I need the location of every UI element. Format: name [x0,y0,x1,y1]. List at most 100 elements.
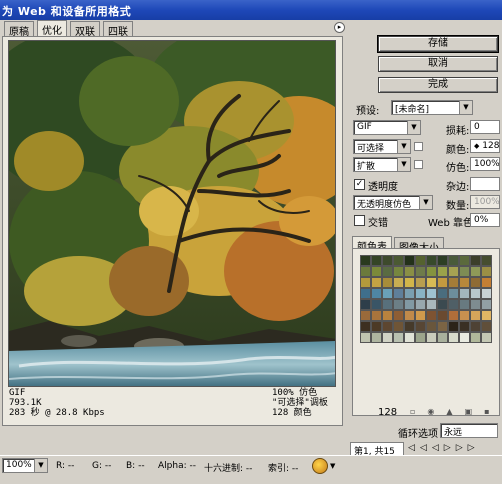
interlace-checkbox[interactable] [354,215,365,226]
color-swatch[interactable] [448,310,459,321]
color-swatch[interactable] [459,266,470,277]
tab-4up[interactable]: 四联 [103,21,133,38]
color-swatch[interactable] [426,332,437,343]
color-swatch[interactable] [360,255,371,266]
color-swatch[interactable] [404,255,415,266]
color-swatch[interactable] [393,288,404,299]
color-swatch[interactable] [382,299,393,310]
colors-field[interactable]: ◆ 128 [470,139,500,153]
color-swatch[interactable] [415,332,426,343]
color-swatch[interactable] [448,277,459,288]
dither-algorithm-select[interactable]: 扩散 ▼ [353,157,411,172]
color-swatch[interactable] [437,277,448,288]
color-swatch[interactable] [360,288,371,299]
matte-field[interactable] [470,177,500,191]
color-swatch[interactable] [382,266,393,277]
color-swatch[interactable] [393,277,404,288]
color-swatch[interactable] [426,299,437,310]
color-swatch[interactable] [371,277,382,288]
color-swatch[interactable] [426,266,437,277]
animation-controls[interactable]: ◁◁◁▷▷▷ [408,443,480,453]
color-swatch[interactable] [371,255,382,266]
color-swatch[interactable] [393,332,404,343]
color-swatch[interactable] [481,299,492,310]
color-swatch[interactable] [415,255,426,266]
done-button[interactable]: 完成 [378,77,498,93]
color-swatch[interactable] [470,310,481,321]
color-swatch-grid[interactable] [360,255,500,343]
color-swatch[interactable] [371,288,382,299]
color-swatch[interactable] [426,255,437,266]
chevron-down-icon[interactable]: ▼ [330,462,335,470]
color-swatch[interactable] [382,321,393,332]
color-swatch[interactable] [360,310,371,321]
color-swatch[interactable] [437,288,448,299]
tab-optimized[interactable]: 优化 [37,20,67,37]
color-swatch[interactable] [404,321,415,332]
color-swatch[interactable] [470,299,481,310]
color-swatch[interactable] [448,288,459,299]
zoom-select[interactable]: 100% ▼ [2,458,48,473]
panel-menu-icon[interactable]: ▸ [334,22,345,33]
play-icon[interactable]: ▷ [444,443,456,453]
color-swatch[interactable] [393,266,404,277]
dither-field[interactable]: 100% [470,157,500,171]
color-swatch[interactable] [459,288,470,299]
color-swatch[interactable] [360,299,371,310]
first-frame-icon[interactable]: ◁◁ [408,443,432,453]
color-swatch[interactable] [481,266,492,277]
color-swatch[interactable] [393,255,404,266]
color-swatch[interactable] [382,332,393,343]
color-swatch[interactable] [437,266,448,277]
color-swatch[interactable] [393,310,404,321]
color-swatch[interactable] [459,255,470,266]
color-swatch[interactable] [415,288,426,299]
color-swatch[interactable] [382,277,393,288]
color-swatch[interactable] [371,266,382,277]
next-frame-icon[interactable]: ▷▷ [456,443,480,453]
color-swatch[interactable] [382,288,393,299]
color-swatch[interactable] [415,310,426,321]
color-swatch[interactable] [371,299,382,310]
color-swatch[interactable] [426,288,437,299]
color-swatch[interactable] [360,266,371,277]
color-swatch[interactable] [470,321,481,332]
format-select[interactable]: GIF ▼ [353,120,421,135]
color-swatch[interactable] [470,288,481,299]
cancel-button[interactable]: 取消 [378,56,498,72]
web-snap-field[interactable]: 0% [470,213,500,227]
color-swatch[interactable] [360,332,371,343]
transparency-checkbox[interactable]: ✓ [354,179,365,190]
color-swatch[interactable] [459,332,470,343]
color-swatch[interactable] [448,332,459,343]
lossy-field[interactable]: 0 [470,120,500,134]
color-swatch[interactable] [437,255,448,266]
color-table-tools[interactable]: ▫◉▲▣▪ [410,407,502,416]
color-swatch[interactable] [415,266,426,277]
color-swatch[interactable] [448,255,459,266]
color-swatch[interactable] [459,310,470,321]
reduction-options-icon[interactable] [414,142,423,151]
color-swatch[interactable] [448,321,459,332]
color-swatch[interactable] [371,321,382,332]
color-swatch[interactable] [481,332,492,343]
color-swatch[interactable] [437,299,448,310]
color-swatch[interactable] [437,310,448,321]
color-swatch[interactable] [426,277,437,288]
color-swatch[interactable] [470,255,481,266]
color-swatch[interactable] [360,277,371,288]
prev-frame-icon[interactable]: ◁ [432,443,444,453]
color-swatch[interactable] [404,288,415,299]
color-swatch[interactable] [470,277,481,288]
save-button[interactable]: 存储 [377,35,499,53]
loop-select[interactable]: 永远 [440,423,498,438]
color-swatch[interactable] [459,299,470,310]
color-swatch[interactable] [393,299,404,310]
color-swatch[interactable] [448,266,459,277]
tab-2up[interactable]: 双联 [70,21,100,38]
browser-preview-icon[interactable] [312,458,328,474]
color-swatch[interactable] [404,277,415,288]
color-swatch[interactable] [470,266,481,277]
color-swatch[interactable] [415,299,426,310]
color-swatch[interactable] [437,332,448,343]
